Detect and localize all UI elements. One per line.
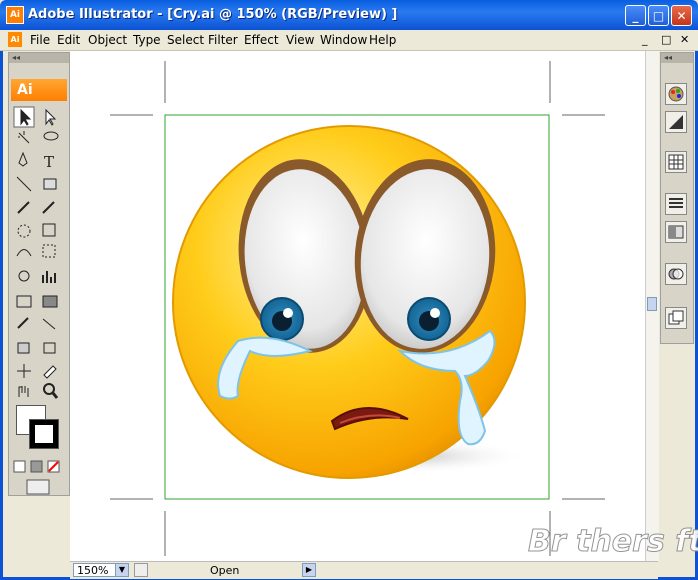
free-transform-tool-icon[interactable]	[42, 244, 56, 258]
menu-file[interactable]: File	[30, 33, 50, 47]
title-bar[interactable]: Ai Adobe Illustrator - [Cry.ai @ 150% (R…	[0, 0, 698, 30]
transparency-panel-button[interactable]	[665, 221, 687, 243]
menu-filter[interactable]: Filter	[208, 33, 238, 47]
status-menu-icon[interactable]	[134, 563, 148, 577]
eraser-tool-icon[interactable]	[43, 365, 57, 379]
watermark-text: Br thers ft	[528, 524, 698, 560]
minimize-button[interactable]: _	[625, 5, 646, 26]
doc-minimize-button[interactable]: _	[642, 33, 648, 46]
tools-panel: ◂◂ Ai T	[8, 52, 70, 496]
column-graph-tool-icon[interactable]	[42, 271, 56, 283]
lasso-tool-icon[interactable]	[43, 131, 59, 141]
right-eye-highlight	[430, 308, 440, 318]
slice-tool-icon[interactable]	[17, 364, 31, 378]
menu-type[interactable]: Type	[133, 33, 161, 47]
direct-selection-tool-icon[interactable]	[45, 108, 57, 126]
stroke-icon	[669, 198, 683, 208]
artwork-svg	[110, 61, 605, 556]
document-canvas[interactable]	[70, 51, 645, 561]
illustrator-app-icon[interactable]: Ai	[6, 6, 24, 24]
doc-close-button[interactable]: ✕	[680, 33, 689, 46]
menu-window[interactable]: Window	[320, 33, 367, 47]
appearance-icon	[668, 268, 684, 280]
status-bar: 150% ▼ Open ▶	[70, 561, 658, 579]
zoom-handle	[51, 392, 59, 399]
line-tool-icon[interactable]	[16, 176, 32, 192]
swatches-icon	[668, 154, 684, 170]
transparency-icon	[668, 225, 684, 239]
pencil-tool-icon[interactable]	[42, 201, 55, 214]
menu-effect[interactable]: Effect	[244, 33, 279, 47]
maximize-button[interactable]: □	[648, 5, 669, 26]
paintbrush-tool-icon[interactable]	[17, 201, 30, 214]
color-mode-icon[interactable]	[13, 460, 26, 473]
scroll-thumb[interactable]	[647, 297, 657, 311]
gradient-icon	[669, 115, 683, 129]
screen-mode-icon[interactable]	[26, 479, 50, 495]
menu-bar: Ai File Edit Object Type Select Filter E…	[0, 30, 698, 51]
warp-tool-icon[interactable]	[16, 249, 32, 257]
menu-object[interactable]: Object	[88, 33, 127, 47]
window-frame-left	[0, 30, 3, 580]
hand-tool-icon[interactable]	[18, 386, 29, 397]
status-text: Open	[210, 564, 240, 577]
magic-wand-tool-icon[interactable]	[18, 131, 30, 144]
mesh-tool-icon[interactable]	[16, 295, 32, 308]
watermark: Br thers ft	[528, 524, 698, 560]
color-mode-icons	[13, 460, 60, 495]
menu-edit[interactable]: Edit	[57, 33, 80, 47]
type-tool-icon[interactable]: T	[44, 153, 54, 171]
live-paint-selection-tool-icon[interactable]	[43, 342, 56, 354]
vertical-scrollbar[interactable]	[645, 51, 659, 561]
panel-dock-collapse[interactable]: ◂◂	[661, 53, 693, 63]
gradient-panel-button[interactable]	[665, 111, 687, 133]
menu-help[interactable]: Help	[369, 33, 396, 47]
status-dropdown-chevron-down-icon[interactable]: ▶	[302, 563, 316, 577]
window-title: Adobe Illustrator - [Cry.ai @ 150% (RGB/…	[28, 7, 398, 22]
pen-tool-icon[interactable]	[18, 151, 28, 167]
rotate-tool-icon[interactable]	[17, 224, 31, 238]
layers-panel-button[interactable]	[665, 307, 687, 329]
rectangle-tool-icon[interactable]	[43, 178, 57, 190]
zoom-tool-icon[interactable]	[43, 383, 55, 395]
symbol-sprayer-tool-icon[interactable]	[18, 270, 30, 282]
gradient-tool-icon[interactable]	[42, 295, 58, 308]
appearance-panel-button[interactable]	[665, 263, 687, 285]
zoom-dropdown-chevron-down-icon[interactable]: ▼	[115, 563, 129, 577]
live-paint-tool-icon[interactable]	[17, 342, 30, 354]
panel-dock: ◂◂	[660, 52, 694, 344]
color-panel-button[interactable]	[665, 83, 687, 105]
swatches-panel-button[interactable]	[665, 151, 687, 173]
close-button[interactable]: ✕	[671, 5, 692, 26]
document-icon[interactable]: Ai	[8, 32, 22, 47]
menu-view[interactable]: View	[286, 33, 314, 47]
color-icon	[668, 86, 684, 102]
gradient-mode-icon[interactable]	[30, 460, 43, 473]
blend-tool-icon[interactable]	[42, 318, 56, 330]
application-window: Ai Adobe Illustrator - [Cry.ai @ 150% (R…	[0, 0, 698, 580]
stroke-panel-button[interactable]	[665, 193, 687, 215]
menu-select[interactable]: Select	[167, 33, 204, 47]
layers-icon	[668, 310, 684, 325]
left-eye-highlight	[283, 308, 293, 318]
eyedropper-tool-icon[interactable]	[17, 317, 29, 329]
scale-tool-icon[interactable]	[42, 223, 56, 237]
doc-restore-button[interactable]: □	[661, 33, 671, 46]
